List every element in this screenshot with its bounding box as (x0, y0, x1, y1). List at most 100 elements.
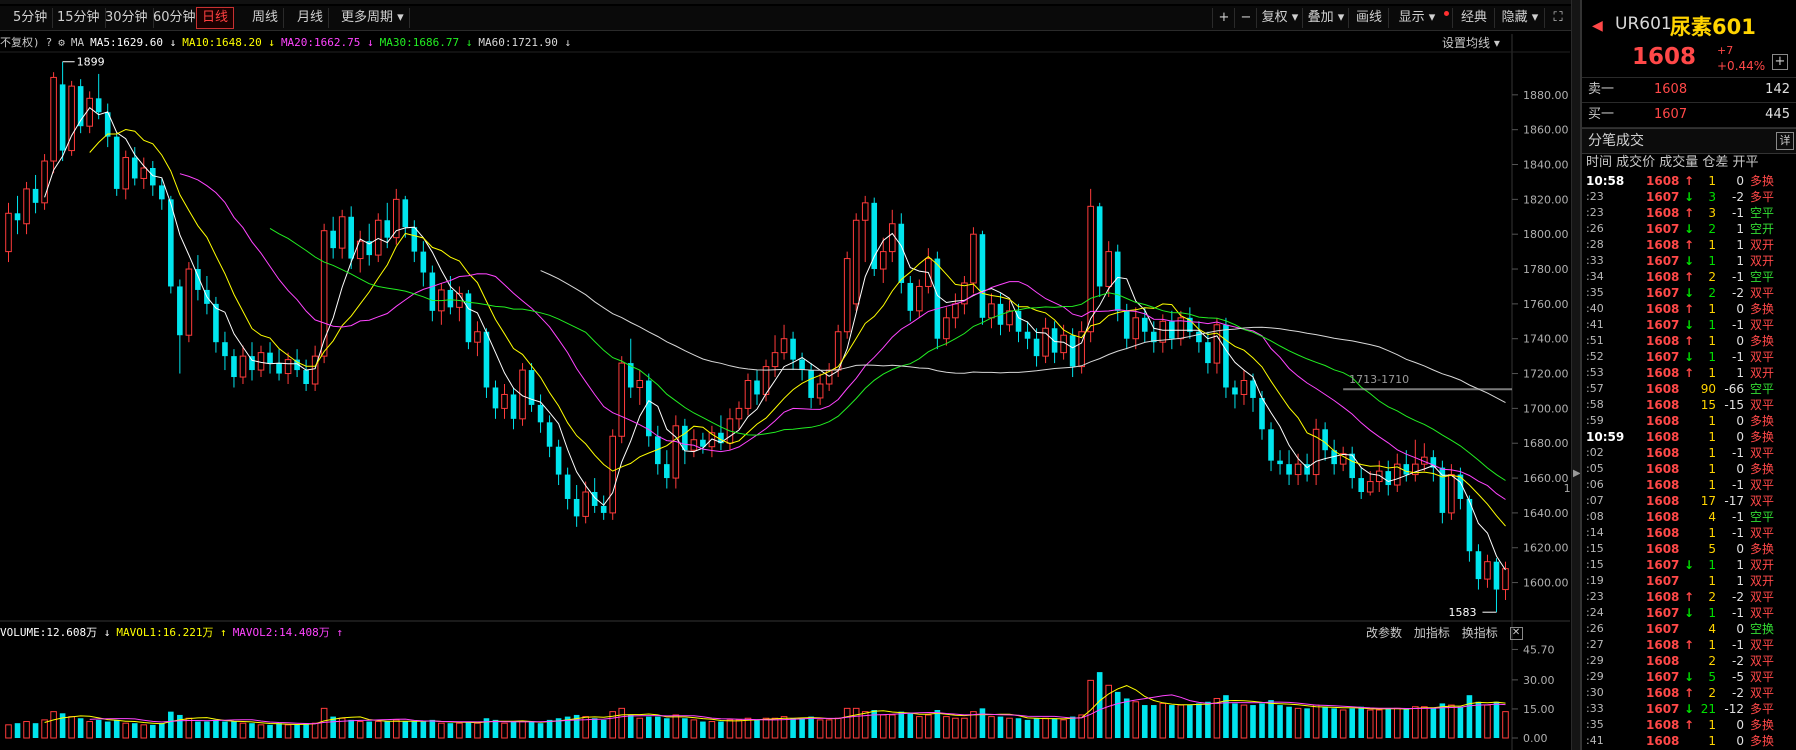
volume-bar-down (267, 724, 273, 738)
trade-oi-change: -66 (1724, 382, 1744, 396)
trade-time: :53 (1586, 366, 1604, 379)
trade-time: :33 (1586, 702, 1604, 715)
volume-tick-label: 0.00 (1523, 732, 1548, 745)
volume-bar-up (356, 721, 364, 739)
trade-oi-change: 0 (1736, 430, 1744, 444)
volume-bar-up (374, 721, 382, 739)
trade-volume: 5 (1708, 670, 1716, 684)
volume-bar-up (925, 714, 932, 739)
trade-oi-change: -1 (1732, 446, 1744, 460)
trade-volume: 2 (1708, 590, 1716, 604)
volume-bar-down (718, 721, 724, 738)
candle-body-down (14, 213, 21, 221)
volume-bar-down (1493, 701, 1500, 738)
volume-bar-down (159, 723, 165, 738)
trade-oi-change: 0 (1736, 174, 1744, 188)
ask-label: 卖一 (1588, 82, 1615, 97)
candle-body-up (852, 219, 860, 305)
switch-indicator-button[interactable]: 换指标 (1462, 626, 1498, 640)
trade-row: :26 1607 ↓ 2 1 空开 (1582, 221, 1796, 237)
trades-detail-button[interactable]: 详 (1776, 132, 1794, 150)
trade-time: :40 (1586, 302, 1604, 315)
volume-bar-up (1213, 697, 1221, 739)
trade-price: 1607 (1646, 574, 1680, 588)
candle-body-up (744, 380, 752, 409)
candle-body-down (1196, 331, 1202, 343)
volume-bar-down (1439, 703, 1446, 738)
close-indicator-icon[interactable]: ✕ (1509, 627, 1523, 640)
trade-time: :51 (1586, 334, 1604, 347)
trade-time: :07 (1586, 494, 1604, 507)
volume-bar-up (816, 719, 824, 739)
volume-bar-down (195, 721, 201, 738)
trade-price: 1608 (1646, 398, 1680, 412)
candle-body-up (952, 303, 959, 319)
trade-volume: 1 (1708, 334, 1716, 348)
add-indicator-button[interactable]: 加指标 (1414, 626, 1450, 640)
trade-volume: 1 (1708, 350, 1716, 364)
volume-toolbar: 改参数 加指标 换指标 ✕ (1358, 624, 1523, 642)
volume-bar-down (1331, 708, 1337, 738)
volume-bar-down (546, 719, 553, 738)
trade-price: 1607 (1646, 622, 1680, 636)
prev-symbol-icon[interactable]: ◀ (1592, 18, 1603, 34)
trade-oi-change: -1 (1732, 318, 1744, 332)
price-tick-label: 1820.00 (1523, 193, 1569, 206)
volume-bar-down (1051, 718, 1058, 738)
volume-bar-up (1132, 701, 1140, 739)
change-params-button[interactable]: 改参数 (1366, 626, 1402, 640)
trade-time: :02 (1586, 446, 1604, 459)
trade-time: :08 (1586, 510, 1604, 523)
trade-volume: 2 (1708, 654, 1716, 668)
trade-row: :08 1608 4 -1 空平 (1582, 509, 1796, 525)
candle-body-down (537, 404, 544, 423)
price-tick-label: 1640.00 (1523, 507, 1569, 520)
candle-body-down (1141, 317, 1148, 332)
trade-row: :53 1608 ↑ 1 1 双开 (1582, 365, 1796, 381)
volume-bar-down (934, 710, 941, 738)
volume-bar-down (177, 714, 183, 738)
volume-bar-down (997, 716, 1004, 738)
trade-oi-change: -2 (1732, 654, 1744, 668)
trade-row: :30 1608 ↑ 2 -2 双平 (1582, 685, 1796, 701)
trade-row: :23 1608 ↑ 2 -2 双平 (1582, 589, 1796, 605)
volume-bar-up (1159, 702, 1167, 739)
candle-body-down (1322, 429, 1328, 451)
price-tick-label: 1880.00 (1523, 89, 1569, 102)
trade-type: 空平 (1750, 270, 1775, 284)
trade-time: :27 (1586, 638, 1604, 651)
volume-bar-up (122, 722, 130, 739)
volume-bar-down (1033, 718, 1040, 738)
candle-body-up (140, 167, 148, 179)
volume-tick-label: 45.70 (1523, 643, 1555, 656)
candle-body-up (636, 380, 644, 388)
price-tick-label: 1660.00 (1523, 472, 1569, 485)
add-watchlist-button[interactable]: + (1772, 54, 1788, 70)
candle-body-up (988, 303, 995, 319)
candle-body-up (943, 317, 950, 340)
trade-type: 多换 (1750, 302, 1775, 316)
volume-bar-down (754, 719, 760, 738)
volume-bar-up (23, 721, 30, 739)
volume-bar-up (916, 716, 923, 739)
candle-body-down (222, 342, 228, 357)
trade-row: :34 1608 ↑ 2 -1 空平 (1582, 269, 1796, 285)
candle-body-down (1268, 429, 1274, 461)
volume-bar-down (682, 718, 688, 738)
volume-bar-up (239, 722, 247, 739)
candle-body-up (1502, 568, 1509, 591)
trade-type: 双开 (1750, 366, 1775, 380)
candle-body-down (168, 199, 174, 287)
candle-body-up (5, 212, 12, 253)
trade-oi-change: -1 (1732, 510, 1744, 524)
trade-price: 1608 (1646, 686, 1680, 700)
trade-type: 双平 (1750, 686, 1775, 700)
volume-bar-up (636, 717, 644, 739)
volume-bar-down (979, 708, 986, 738)
volume-bar-up (943, 716, 950, 739)
volume-bar-down (1250, 705, 1256, 738)
volume-bar-up (185, 717, 193, 739)
candle-body-down (402, 199, 409, 228)
candle-body-down (510, 394, 517, 419)
trade-row: :41 1607 ↓ 1 -1 双平 (1582, 317, 1796, 333)
